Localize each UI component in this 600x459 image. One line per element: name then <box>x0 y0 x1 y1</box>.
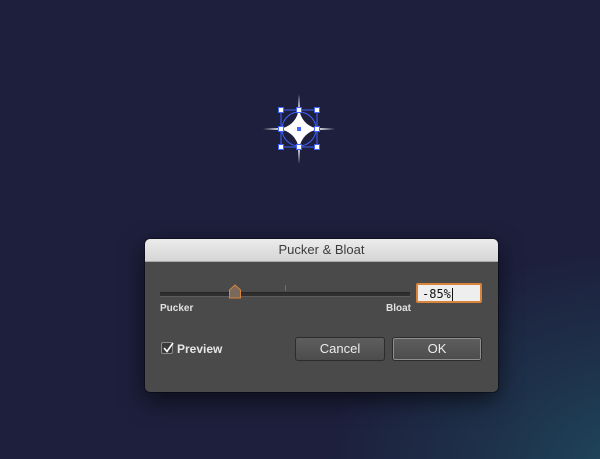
amount-value: -85% <box>422 287 451 301</box>
ok-button[interactable]: OK <box>392 337 482 361</box>
checkmark-icon <box>163 342 174 353</box>
dialog-titlebar[interactable]: Pucker & Bloat <box>145 239 498 262</box>
dialog-title: Pucker & Bloat <box>278 242 365 257</box>
star-shape <box>263 94 335 164</box>
preview-label[interactable]: Preview <box>177 342 222 356</box>
preview-checkbox[interactable] <box>161 342 174 354</box>
slider-thumb[interactable] <box>228 284 242 300</box>
pucker-bloat-slider[interactable] <box>160 292 410 297</box>
slider-thumb-icon <box>229 284 241 299</box>
selected-star-object[interactable] <box>258 92 340 166</box>
bloat-label: Bloat <box>386 303 411 314</box>
pucker-bloat-dialog: Pucker & Bloat Pucker Bloat -85% Preview… <box>145 239 498 392</box>
slider-center-tick <box>285 285 286 291</box>
text-caret <box>451 288 453 301</box>
cancel-button[interactable]: Cancel <box>295 337 385 361</box>
pucker-label: Pucker <box>160 303 194 314</box>
amount-input[interactable]: -85% <box>416 283 482 303</box>
